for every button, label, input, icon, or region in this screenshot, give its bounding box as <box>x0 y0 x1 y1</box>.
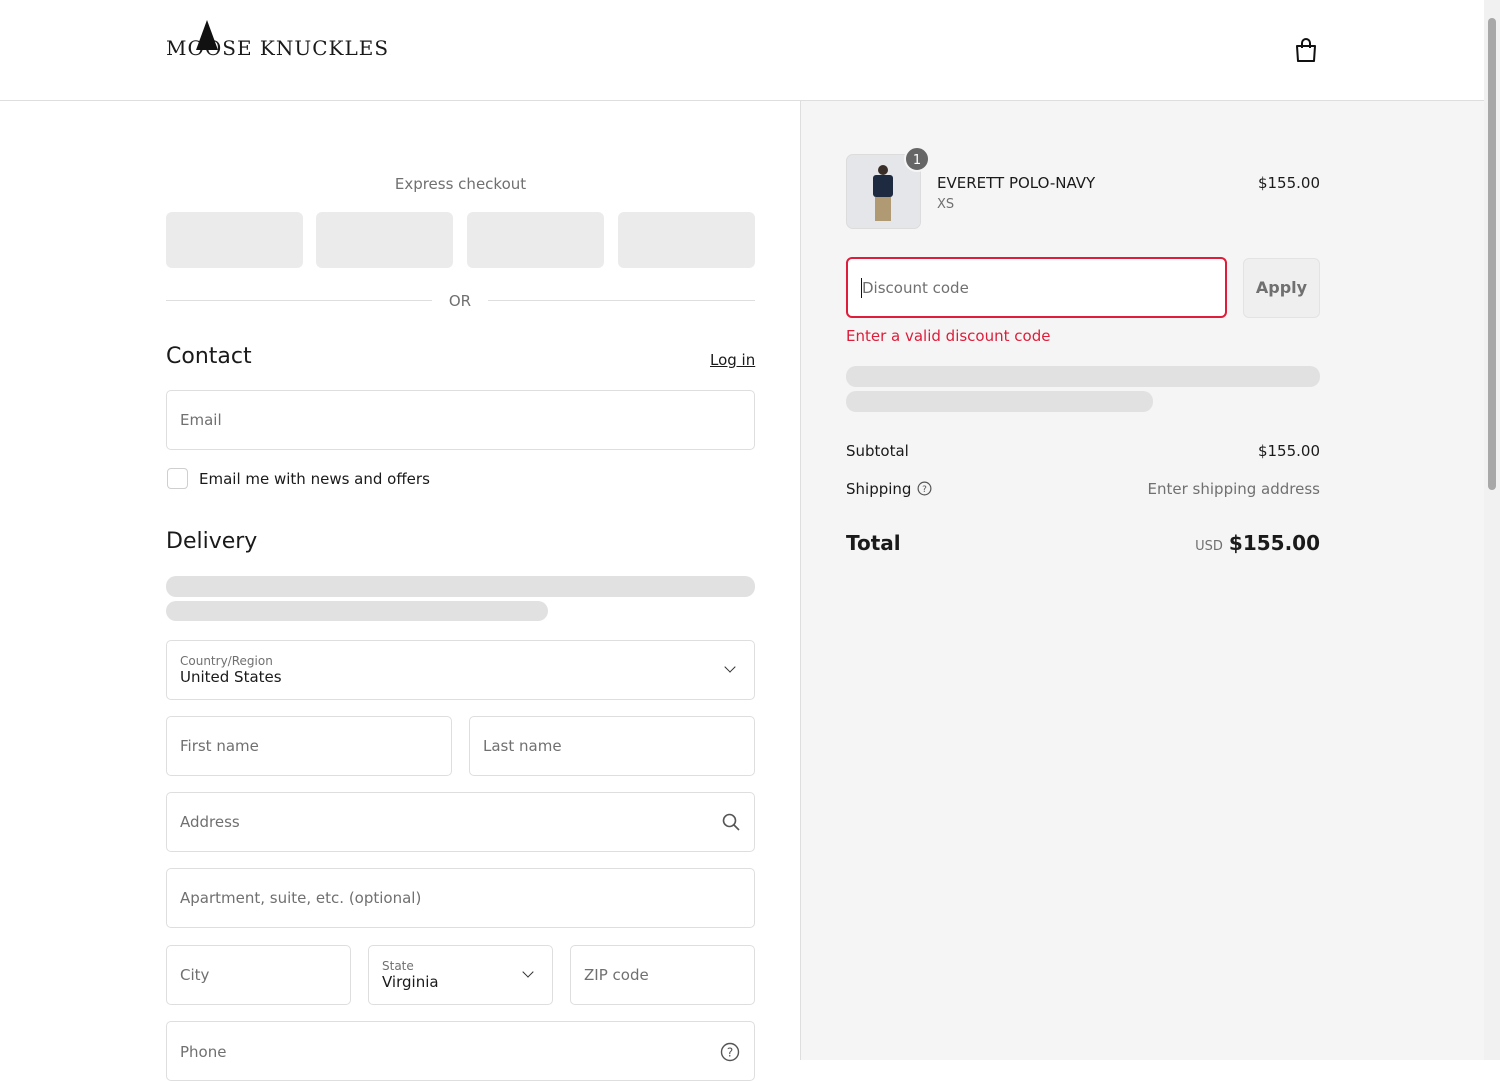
quantity-badge: 1 <box>904 146 930 172</box>
last-name-input[interactable]: Last name <box>469 716 755 776</box>
chevron-down-icon <box>724 661 736 673</box>
total-label: Total <box>846 531 901 555</box>
brand-logo[interactable]: MOOSE KNUCKLES <box>166 20 389 60</box>
news-checkbox-label: Email me with news and offers <box>199 470 430 488</box>
help-icon[interactable]: ? <box>720 1042 740 1062</box>
address-input[interactable]: Address <box>166 792 755 852</box>
shipping-label: Shipping <box>846 480 912 498</box>
delivery-heading: Delivery <box>166 529 258 554</box>
total-amount: USD $155.00 <box>1195 531 1320 555</box>
loading-placeholder <box>846 391 1153 412</box>
apartment-input[interactable]: Apartment, suite, etc. (optional) <box>166 868 755 928</box>
product-name: EVERETT POLO-NAVY <box>937 174 1096 192</box>
total-value: $155.00 <box>1228 531 1320 555</box>
news-checkbox[interactable] <box>167 468 188 489</box>
help-icon[interactable]: ? <box>917 481 932 496</box>
contact-heading: Contact <box>166 344 252 369</box>
scrollbar-thumb[interactable] <box>1488 18 1496 490</box>
loading-placeholder <box>166 576 755 597</box>
country-select[interactable]: Country/Region United States <box>166 640 755 700</box>
checkout-form: Express checkout OR Contact Log in Email… <box>0 101 801 1081</box>
product-variant: XS <box>937 197 955 212</box>
express-pay-button[interactable] <box>618 212 755 268</box>
first-name-input[interactable]: First name <box>166 716 452 776</box>
subtotal-label: Subtotal <box>846 442 909 460</box>
svg-text:?: ? <box>727 1046 733 1060</box>
express-pay-button[interactable] <box>467 212 604 268</box>
email-input[interactable]: Email <box>166 390 755 450</box>
product-price: $155.00 <box>1257 174 1320 192</box>
shipping-value: Enter shipping address <box>1147 480 1320 498</box>
state-select[interactable]: State Virginia <box>368 945 553 1005</box>
logo-mark-icon <box>196 20 218 50</box>
apply-discount-button[interactable]: Apply <box>1243 258 1320 318</box>
svg-text:?: ? <box>922 485 927 495</box>
loading-placeholder <box>846 366 1320 387</box>
loading-placeholder <box>166 601 548 621</box>
express-checkout-title: Express checkout <box>394 175 527 193</box>
header: MOOSE KNUCKLES <box>0 0 1484 101</box>
login-link[interactable]: Log in <box>710 351 755 369</box>
chevron-down-icon <box>522 966 534 978</box>
discount-code-input[interactable]: Discount code <box>846 257 1227 318</box>
scrollbar[interactable] <box>1484 0 1500 1060</box>
subtotal-value: $155.00 <box>1257 442 1320 460</box>
phone-input[interactable]: Phone ? <box>166 1021 755 1081</box>
shopping-bag-icon[interactable] <box>1294 37 1318 63</box>
currency-code: USD <box>1195 539 1223 554</box>
express-pay-button[interactable] <box>316 212 453 268</box>
divider <box>488 300 755 301</box>
discount-error: Enter a valid discount code <box>846 327 1051 345</box>
express-pay-button[interactable] <box>166 212 303 268</box>
order-summary: 1 EVERETT POLO-NAVY XS $155.00 Discount … <box>801 101 1484 1060</box>
city-input[interactable]: City <box>166 945 351 1005</box>
divider <box>166 300 432 301</box>
zip-input[interactable]: ZIP code <box>570 945 755 1005</box>
or-divider-label: OR <box>448 292 472 310</box>
search-icon <box>722 813 740 831</box>
